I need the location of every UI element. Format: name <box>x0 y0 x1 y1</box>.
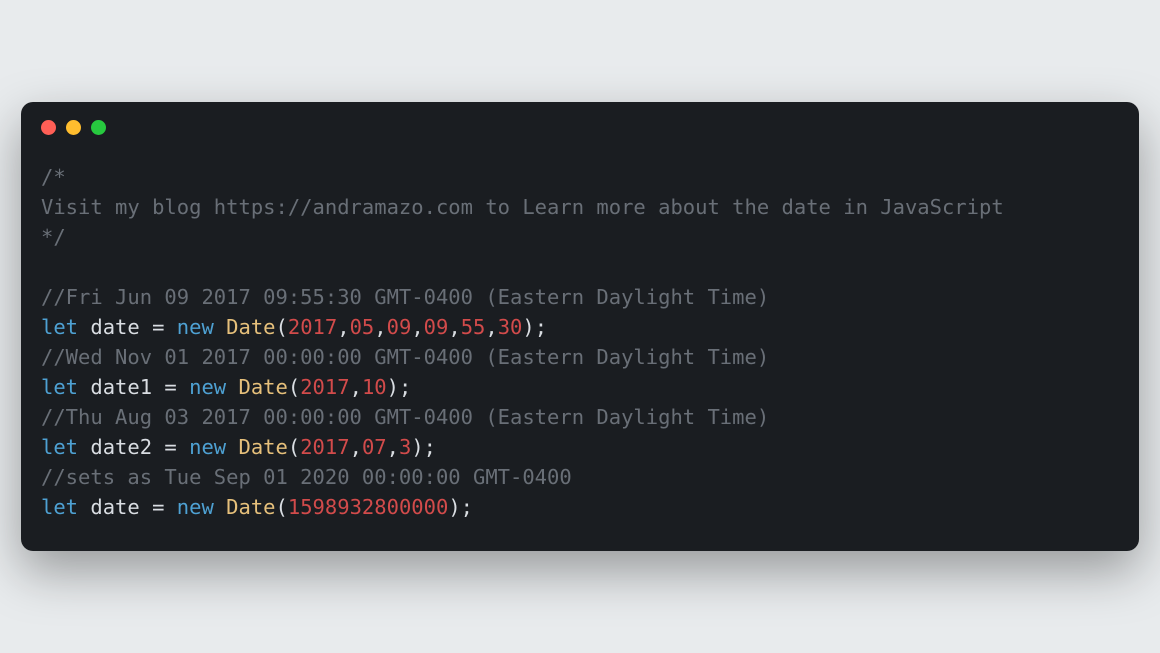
paren-close: ); <box>387 375 412 399</box>
space <box>226 435 238 459</box>
paren-close: ); <box>448 495 473 519</box>
keyword-let: let <box>41 375 78 399</box>
number-literal: 07 <box>362 435 387 459</box>
paren-open: ( <box>276 315 288 339</box>
code-area: /* Visit my blog https://andramazo.com t… <box>21 145 1139 550</box>
identifier: date2 <box>90 435 152 459</box>
paren-close: ); <box>522 315 547 339</box>
paren-open: ( <box>288 375 300 399</box>
keyword-let: let <box>41 315 78 339</box>
class-name: Date <box>226 315 275 339</box>
space <box>214 315 226 339</box>
class-name: Date <box>239 375 288 399</box>
code-editor-window: /* Visit my blog https://andramazo.com t… <box>21 102 1139 550</box>
titlebar <box>21 102 1139 145</box>
keyword-new: new <box>177 315 214 339</box>
comma: , <box>374 315 386 339</box>
number-literal: 3 <box>399 435 411 459</box>
assign: = <box>140 495 177 519</box>
keyword-let: let <box>41 435 78 459</box>
identifier: date1 <box>90 375 152 399</box>
number-literal: 10 <box>362 375 387 399</box>
comma: , <box>337 315 349 339</box>
comma: , <box>448 315 460 339</box>
comma: , <box>411 315 423 339</box>
line-comment: //Wed Nov 01 2017 00:00:00 GMT-0400 (Eas… <box>41 345 769 369</box>
number-literal: 09 <box>387 315 412 339</box>
assign: = <box>140 315 177 339</box>
paren-open: ( <box>288 435 300 459</box>
comma: , <box>350 375 362 399</box>
keyword-new: new <box>177 495 214 519</box>
keyword-let: let <box>41 495 78 519</box>
block-comment-body: Visit my blog https://andramazo.com to L… <box>41 195 1004 219</box>
close-icon[interactable] <box>41 120 56 135</box>
line-comment: //Fri Jun 09 2017 09:55:30 GMT-0400 (Eas… <box>41 285 769 309</box>
number-literal: 2017 <box>288 315 337 339</box>
line-comment: //Thu Aug 03 2017 00:00:00 GMT-0400 (Eas… <box>41 405 769 429</box>
line-comment: //sets as Tue Sep 01 2020 00:00:00 GMT-0… <box>41 465 572 489</box>
comma: , <box>485 315 497 339</box>
paren-open: ( <box>276 495 288 519</box>
keyword-new: new <box>189 375 226 399</box>
space <box>214 495 226 519</box>
comma: , <box>387 435 399 459</box>
assign: = <box>152 375 189 399</box>
comma: , <box>350 435 362 459</box>
number-literal: 1598932800000 <box>288 495 448 519</box>
number-literal: 09 <box>424 315 449 339</box>
class-name: Date <box>226 495 275 519</box>
number-literal: 30 <box>498 315 523 339</box>
paren-close: ); <box>411 435 436 459</box>
minimize-icon[interactable] <box>66 120 81 135</box>
keyword-new: new <box>189 435 226 459</box>
number-literal: 05 <box>350 315 375 339</box>
class-name: Date <box>239 435 288 459</box>
identifier: date <box>90 315 139 339</box>
identifier: date <box>90 495 139 519</box>
block-comment-open: /* <box>41 165 66 189</box>
assign: = <box>152 435 189 459</box>
number-literal: 55 <box>461 315 486 339</box>
block-comment-close: */ <box>41 225 66 249</box>
number-literal: 2017 <box>300 375 349 399</box>
zoom-icon[interactable] <box>91 120 106 135</box>
number-literal: 2017 <box>300 435 349 459</box>
space <box>226 375 238 399</box>
